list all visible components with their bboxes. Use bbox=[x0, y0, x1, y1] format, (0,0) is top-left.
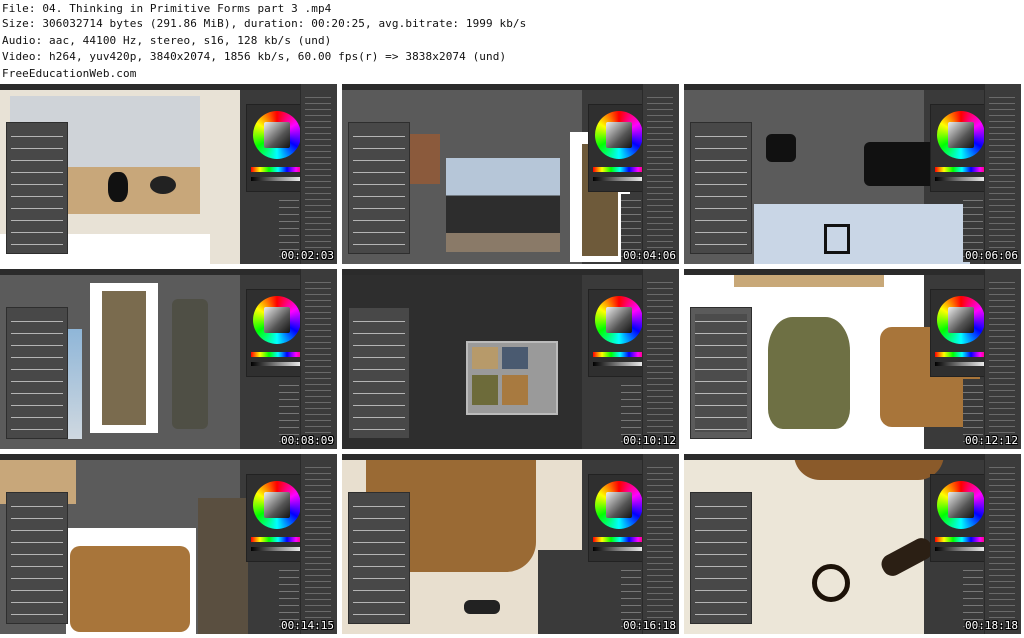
video-thumbnail[interactable]: 00:08:09 bbox=[0, 269, 338, 450]
hue-slider[interactable] bbox=[251, 167, 305, 172]
thumbnail-grid: 00:02:03 00:04:06 00:06:06 00:08:09 00:1… bbox=[0, 84, 1024, 638]
file-name-line: File: 04. Thinking in Primitive Forms pa… bbox=[2, 2, 332, 15]
brush-panel[interactable] bbox=[6, 492, 68, 624]
timestamp: 00:02:03 bbox=[281, 249, 334, 262]
value-slider[interactable] bbox=[593, 362, 647, 366]
value-slider[interactable] bbox=[935, 362, 989, 366]
toolbar bbox=[342, 454, 679, 460]
toolbar bbox=[342, 269, 679, 275]
reference-thumb bbox=[472, 375, 498, 405]
value-slider[interactable] bbox=[935, 177, 989, 181]
toolbar bbox=[684, 269, 1021, 275]
painted-ring bbox=[812, 564, 850, 602]
video-thumbnail[interactable]: 00:04:06 bbox=[342, 84, 680, 265]
reference-image-object bbox=[150, 176, 176, 194]
timestamp: 00:06:06 bbox=[965, 249, 1018, 262]
hue-slider[interactable] bbox=[593, 537, 647, 542]
right-panel[interactable] bbox=[642, 269, 679, 449]
value-slider[interactable] bbox=[593, 177, 647, 181]
toolbar bbox=[0, 454, 337, 460]
size-line: Size: 306032714 bytes (291.86 MiB), dura… bbox=[2, 17, 527, 30]
toolbar bbox=[0, 84, 337, 90]
toolbar bbox=[0, 269, 337, 275]
color-wheel[interactable] bbox=[595, 481, 643, 529]
value-slider[interactable] bbox=[593, 547, 647, 551]
brush-panel[interactable] bbox=[6, 122, 68, 254]
video-thumbnail[interactable]: 00:18:18 bbox=[684, 454, 1022, 635]
reference-thumb bbox=[502, 375, 528, 405]
video-thumbnail[interactable]: 00:06:06 bbox=[684, 84, 1022, 265]
color-wheel[interactable] bbox=[253, 296, 301, 344]
hue-slider[interactable] bbox=[251, 352, 305, 357]
right-panel[interactable] bbox=[984, 454, 1021, 634]
timestamp: 00:14:15 bbox=[281, 619, 334, 632]
reference-image-interior bbox=[198, 498, 248, 634]
video-thumbnail[interactable]: 00:16:18 bbox=[342, 454, 680, 635]
color-wheel[interactable] bbox=[937, 296, 985, 344]
right-panel[interactable] bbox=[642, 454, 679, 634]
reference-image-sky bbox=[754, 204, 970, 264]
color-wheel[interactable] bbox=[937, 111, 985, 159]
value-slider[interactable] bbox=[935, 547, 989, 551]
brush-panel[interactable] bbox=[348, 492, 410, 624]
brush-panel[interactable] bbox=[690, 492, 752, 624]
video-info-header: File: 04. Thinking in Primitive Forms pa… bbox=[0, 0, 1024, 84]
hue-slider[interactable] bbox=[593, 352, 647, 357]
hue-slider[interactable] bbox=[935, 537, 989, 542]
brush-panel[interactable] bbox=[690, 307, 752, 439]
hue-slider[interactable] bbox=[935, 167, 989, 172]
color-wheel[interactable] bbox=[253, 111, 301, 159]
toolbar bbox=[342, 84, 679, 90]
timestamp: 00:12:12 bbox=[965, 434, 1018, 447]
reference-image-object bbox=[108, 172, 128, 202]
video-thumbnail[interactable]: 00:02:03 bbox=[0, 84, 338, 265]
right-panel[interactable] bbox=[300, 269, 337, 449]
reference-image-urn bbox=[768, 317, 850, 429]
video-thumbnail[interactable]: 00:12:12 bbox=[684, 269, 1022, 450]
painted-object bbox=[464, 600, 500, 614]
reference-image-basket bbox=[70, 546, 190, 632]
toolbar bbox=[684, 84, 1021, 90]
timestamp: 00:10:12 bbox=[623, 434, 676, 447]
color-wheel[interactable] bbox=[595, 296, 643, 344]
value-slider[interactable] bbox=[251, 547, 305, 551]
silhouette-shape bbox=[824, 224, 850, 254]
right-panel[interactable] bbox=[300, 454, 337, 634]
timestamp: 00:08:09 bbox=[281, 434, 334, 447]
painted-pillar bbox=[172, 299, 208, 429]
hue-slider[interactable] bbox=[935, 352, 989, 357]
video-line: Video: h264, yuv420p, 3840x2074, 1856 kb… bbox=[2, 50, 507, 63]
reference-thumb bbox=[472, 347, 498, 369]
video-thumbnail[interactable]: 00:14:15 bbox=[0, 454, 338, 635]
hue-slider[interactable] bbox=[251, 537, 305, 542]
right-panel[interactable] bbox=[300, 84, 337, 264]
toolbar bbox=[684, 454, 1021, 460]
timestamp: 00:16:18 bbox=[623, 619, 676, 632]
value-slider[interactable] bbox=[251, 177, 305, 181]
hue-slider[interactable] bbox=[593, 167, 647, 172]
watermark-text: FreeEducationWeb.com bbox=[2, 67, 137, 80]
video-thumbnail[interactable]: 00:10:12 bbox=[342, 269, 680, 450]
timestamp: 00:18:18 bbox=[965, 619, 1018, 632]
right-panel[interactable] bbox=[984, 269, 1021, 449]
right-panel[interactable] bbox=[642, 84, 679, 264]
reference-image-train bbox=[446, 158, 560, 252]
timestamp: 00:04:06 bbox=[623, 249, 676, 262]
reference-image-building bbox=[406, 134, 440, 184]
right-panel[interactable] bbox=[984, 84, 1021, 264]
audio-line: Audio: aac, 44100 Hz, stereo, s16, 128 k… bbox=[2, 34, 332, 47]
reference-thumb bbox=[502, 347, 528, 369]
brush-panel[interactable] bbox=[690, 122, 752, 254]
color-wheel[interactable] bbox=[595, 111, 643, 159]
value-slider[interactable] bbox=[251, 362, 305, 366]
reference-image-tiles bbox=[538, 550, 618, 634]
color-wheel[interactable] bbox=[937, 481, 985, 529]
color-wheel[interactable] bbox=[253, 481, 301, 529]
brush-panel[interactable] bbox=[348, 307, 410, 439]
reference-image-pillar-carving bbox=[102, 291, 146, 425]
brush-panel[interactable] bbox=[6, 307, 68, 439]
brush-panel[interactable] bbox=[348, 122, 410, 254]
silhouette-shape bbox=[766, 134, 796, 162]
